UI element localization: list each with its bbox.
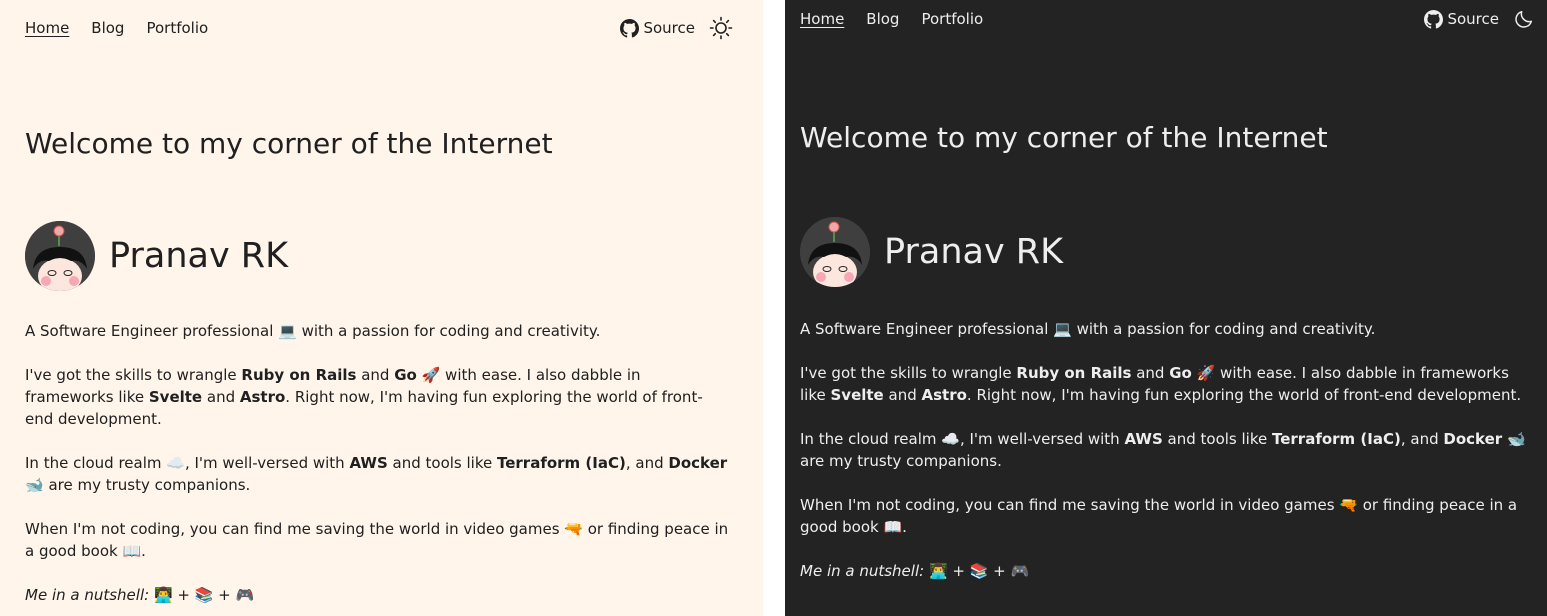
nutshell-line: Me in a nutshell: 👨‍💻 + 📚 + 🎮 bbox=[800, 562, 1030, 580]
dark-theme-panel: Home Blog Portfolio Source Welcome to my… bbox=[785, 0, 1547, 616]
profile-name: Pranav RK bbox=[109, 236, 289, 276]
profile-header: Pranav RK bbox=[800, 217, 1063, 287]
source-link[interactable]: Source bbox=[1424, 9, 1499, 29]
github-icon bbox=[620, 18, 640, 38]
nav-home-link[interactable]: Home bbox=[800, 10, 844, 28]
main-nav: Home Blog Portfolio bbox=[25, 19, 208, 37]
nav-portfolio-link[interactable]: Portfolio bbox=[146, 19, 208, 37]
intro-paragraph-4: When I'm not coding, you can find me sav… bbox=[800, 496, 1518, 536]
sun-icon[interactable] bbox=[709, 16, 733, 40]
profile-header: Pranav RK bbox=[25, 221, 288, 291]
source-label: Source bbox=[1447, 10, 1499, 28]
light-theme-panel: Home Blog Portfolio Source Welcome to my… bbox=[0, 0, 763, 616]
source-label: Source bbox=[643, 19, 695, 37]
avatar bbox=[800, 217, 870, 287]
moon-icon[interactable] bbox=[1513, 8, 1535, 30]
intro-paragraph-1: A Software Engineer professional 💻 with … bbox=[25, 322, 601, 340]
intro-paragraph-2: I've got the skills to wrangle Ruby on R… bbox=[800, 364, 1522, 404]
intro-paragraph-3: In the cloud realm ☁️, I'm well-versed w… bbox=[800, 430, 1526, 470]
nav-portfolio-link[interactable]: Portfolio bbox=[921, 10, 983, 28]
header-actions: Source bbox=[1424, 8, 1535, 30]
intro-content: A Software Engineer professional 💻 with … bbox=[800, 318, 1530, 604]
github-icon bbox=[1424, 9, 1444, 29]
nav-blog-link[interactable]: Blog bbox=[91, 19, 124, 37]
profile-name: Pranav RK bbox=[884, 232, 1064, 272]
intro-paragraph-1: A Software Engineer professional 💻 with … bbox=[800, 320, 1376, 338]
intro-paragraph-4: When I'm not coding, you can find me sav… bbox=[25, 520, 729, 560]
avatar bbox=[25, 221, 95, 291]
intro-paragraph-2: I've got the skills to wrangle Ruby on R… bbox=[25, 366, 703, 428]
intro-content: A Software Engineer professional 💻 with … bbox=[25, 320, 730, 616]
source-link[interactable]: Source bbox=[620, 18, 695, 38]
nav-home-link[interactable]: Home bbox=[25, 19, 69, 37]
nav-blog-link[interactable]: Blog bbox=[866, 10, 899, 28]
intro-paragraph-3: In the cloud realm ☁️, I'm well-versed w… bbox=[25, 454, 728, 494]
welcome-title: Welcome to my corner of the Internet bbox=[800, 121, 1328, 154]
nutshell-line: Me in a nutshell: 👨‍💻 + 📚 + 🎮 bbox=[25, 586, 255, 604]
main-nav: Home Blog Portfolio bbox=[800, 10, 983, 28]
header-actions: Source bbox=[620, 16, 733, 40]
welcome-title: Welcome to my corner of the Internet bbox=[25, 127, 553, 160]
